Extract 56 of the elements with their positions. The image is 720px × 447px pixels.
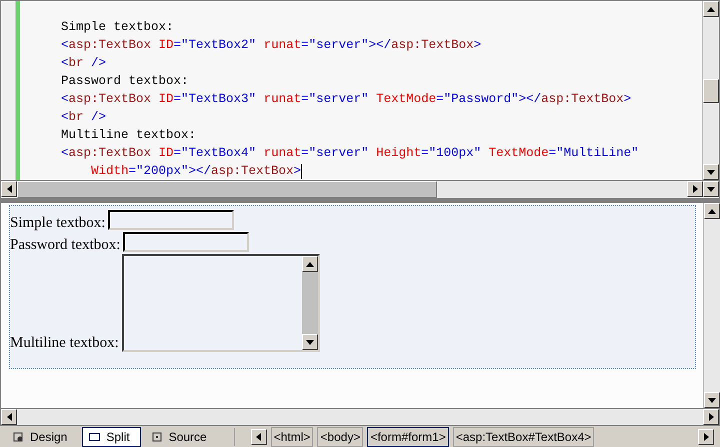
right-arrow-icon [692,185,698,193]
scroll-right-button[interactable] [698,428,714,444]
view-tab[interactable]: Design [6,426,78,446]
code-line: <br /> [61,55,106,72]
scroll-thumb[interactable] [17,181,437,198]
scroll-down-button[interactable] [703,181,719,197]
view-icon [13,432,24,442]
left-arrow-icon [256,432,262,440]
field-label: Multiline textbox: [10,335,120,352]
field-label: Password textbox: [10,237,122,254]
text-cursor [301,164,302,178]
down-arrow-icon [707,170,715,174]
down-arrow-icon [707,186,715,192]
breadcrumb[interactable]: <asp:TextBox#TextBox4> [452,426,594,446]
scroll-up-button[interactable] [302,256,318,272]
code-line: Width="200px"></asp:TextBox> [90,163,302,180]
up-arrow-icon [306,262,314,266]
code-line: Multiline textbox: [61,127,196,144]
scroll-right-button[interactable] [703,409,719,425]
scroll-thumb[interactable] [703,78,719,102]
view-tab[interactable]: Source [144,426,218,446]
scroll-down-button[interactable] [302,334,318,350]
breadcrumb[interactable]: <html> [270,426,314,446]
scroll-down-button[interactable] [703,164,719,180]
scroll-up-button[interactable] [703,1,719,17]
view-tab[interactable]: Split [82,426,141,446]
horizontal-scrollbar[interactable] [0,408,720,426]
scroll-left-button[interactable] [250,428,267,444]
scroll-right-button[interactable] [687,181,703,197]
code-line: <br /> [61,109,106,126]
code-line: <asp:TextBox ID="TextBox2" runat="server"></asp:TextBox> [61,37,482,54]
breadcrumb[interactable]: <form#form1> [367,426,449,446]
scroll-up-button[interactable] [704,203,720,219]
down-arrow-icon [306,340,314,344]
down-arrow-icon [708,398,716,402]
scroll-left-button[interactable] [1,409,17,425]
code-line: <asp:TextBox ID="TextBox4" runat="server" Height="100px" TextMode="MultiLine" [61,145,639,162]
view-icon [152,432,163,442]
right-arrow-icon [704,432,708,440]
scroll-left-button[interactable] [1,181,17,197]
code-line: <asp:TextBox ID="TextBox3" runat="server" TextMode="Password"></asp:TextBox> [61,91,632,108]
breadcrumb[interactable]: <body> [317,426,364,446]
field-label: Simple textbox: [10,215,106,232]
password-field[interactable] [123,232,250,252]
left-arrow-icon [6,413,12,421]
input-field[interactable] [108,210,234,230]
right-arrow-icon [708,413,714,421]
code-line: Password textbox: [61,73,189,90]
left-arrow-icon [6,185,12,193]
scroll-down-button[interactable] [704,392,720,408]
horizontal-scrollbar[interactable] [0,181,720,199]
code-line: Simple textbox: [61,19,174,36]
view-icon [89,432,100,442]
multiline-textbox[interactable] [122,254,320,352]
up-arrow-icon [707,6,715,12]
up-arrow-icon [708,208,716,214]
